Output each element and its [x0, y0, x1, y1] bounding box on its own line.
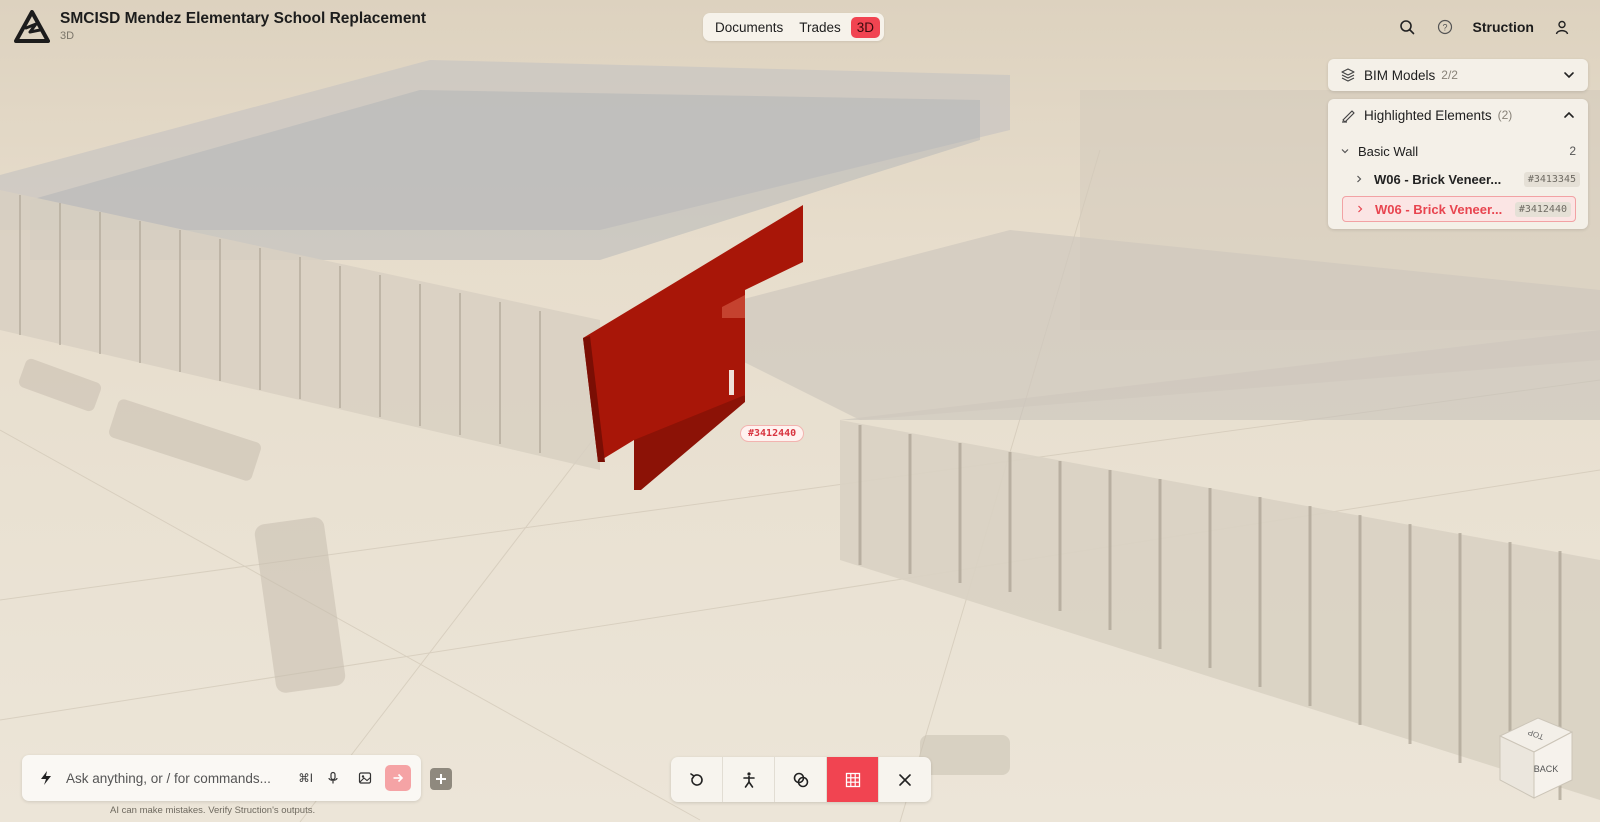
element-id-tag[interactable]: #3412440	[740, 425, 805, 442]
tree-group-count: 2	[1569, 144, 1576, 158]
chevron-up-icon[interactable]	[1562, 108, 1576, 122]
grid-button[interactable]	[827, 757, 879, 802]
ai-sparkle-icon	[41, 771, 51, 785]
chevron-right-icon[interactable]	[1355, 204, 1365, 214]
add-button[interactable]	[430, 768, 452, 790]
tab-trades[interactable]: Trades	[793, 17, 847, 38]
highlighted-elements-panel: Highlighted Elements (2) Basic Wall 2 W0…	[1328, 99, 1588, 229]
shortcut-hint: ⌘I	[298, 773, 313, 785]
chevron-right-icon[interactable]	[1354, 174, 1364, 184]
search-icon[interactable]	[1397, 17, 1417, 37]
svg-text:?: ?	[1442, 23, 1447, 33]
close-icon	[899, 773, 911, 786]
project-subtitle: 3D	[60, 30, 75, 42]
send-button[interactable]	[385, 765, 411, 791]
reset-view-button[interactable]	[671, 757, 723, 802]
project-title: SMCISD Mendez Elementary School Replacem…	[60, 10, 427, 27]
help-icon[interactable]: ?	[1435, 17, 1455, 37]
header-actions: ? Struction	[1397, 15, 1572, 39]
bim-models-header[interactable]: BIM Models 2/2	[1328, 59, 1588, 91]
tree-item-label: W06 - Brick Veneer...	[1375, 201, 1503, 217]
close-button[interactable]	[879, 757, 931, 802]
highlighter-icon	[1342, 110, 1355, 123]
isolate-icon	[793, 772, 808, 787]
struction-logo-icon[interactable]	[14, 10, 50, 44]
user-name[interactable]: Struction	[1473, 19, 1534, 35]
chevron-down-icon[interactable]	[1340, 146, 1350, 156]
arrow-right-icon	[393, 773, 404, 783]
bim-models-title: BIM Models	[1364, 67, 1436, 83]
isolate-button[interactable]	[775, 757, 827, 802]
ai-chat-bar: Ask anything, or / for commands... ⌘I	[22, 755, 421, 801]
highlighted-elements-header[interactable]: Highlighted Elements (2)	[1328, 99, 1588, 131]
walk-mode-icon	[742, 771, 755, 788]
microphone-icon[interactable]	[325, 770, 341, 786]
tree-item[interactable]: W06 - Brick Veneer... #3413345	[1328, 167, 1588, 191]
tree-group-label: Basic Wall	[1358, 143, 1419, 159]
highlighted-elements-title: Highlighted Elements	[1364, 107, 1492, 123]
tree-item-label: W06 - Brick Veneer...	[1374, 171, 1502, 187]
view-cube-front-label: BACK	[1534, 764, 1559, 774]
highlighted-elements-count: (2)	[1497, 108, 1513, 122]
user-icon[interactable]	[1552, 17, 1572, 37]
tree-group-basic-wall[interactable]: Basic Wall 2	[1328, 139, 1588, 163]
reset-view-icon	[689, 772, 703, 786]
tree-item-selected[interactable]: W06 - Brick Veneer... #3412440	[1342, 196, 1576, 222]
bim-models-panel: BIM Models 2/2	[1328, 59, 1588, 91]
tab-3d[interactable]: 3D	[850, 16, 881, 38]
tree-item-id: #3413345	[1523, 171, 1580, 187]
view-switcher: Documents Trades 3D	[703, 13, 885, 41]
ai-disclaimer: AI can make mistakes. Verify Struction's…	[110, 805, 316, 816]
chat-input[interactable]: Ask anything, or / for commands...	[66, 771, 298, 786]
chevron-down-icon[interactable]	[1562, 68, 1576, 82]
walk-mode-button[interactable]	[723, 757, 775, 802]
image-attach-icon[interactable]	[357, 770, 373, 786]
tree-item-id: #3412440	[1514, 201, 1571, 217]
plus-icon	[436, 774, 446, 784]
app-header: SMCISD Mendez Elementary School Replacem…	[0, 0, 1600, 54]
tab-documents[interactable]: Documents	[709, 17, 789, 38]
grid-icon	[845, 772, 860, 787]
view-cube[interactable]: TOP BACK	[1490, 714, 1580, 804]
layers-icon	[1341, 68, 1355, 82]
bim-models-count: 2/2	[1441, 68, 1458, 82]
viewer-toolbar	[671, 757, 931, 802]
